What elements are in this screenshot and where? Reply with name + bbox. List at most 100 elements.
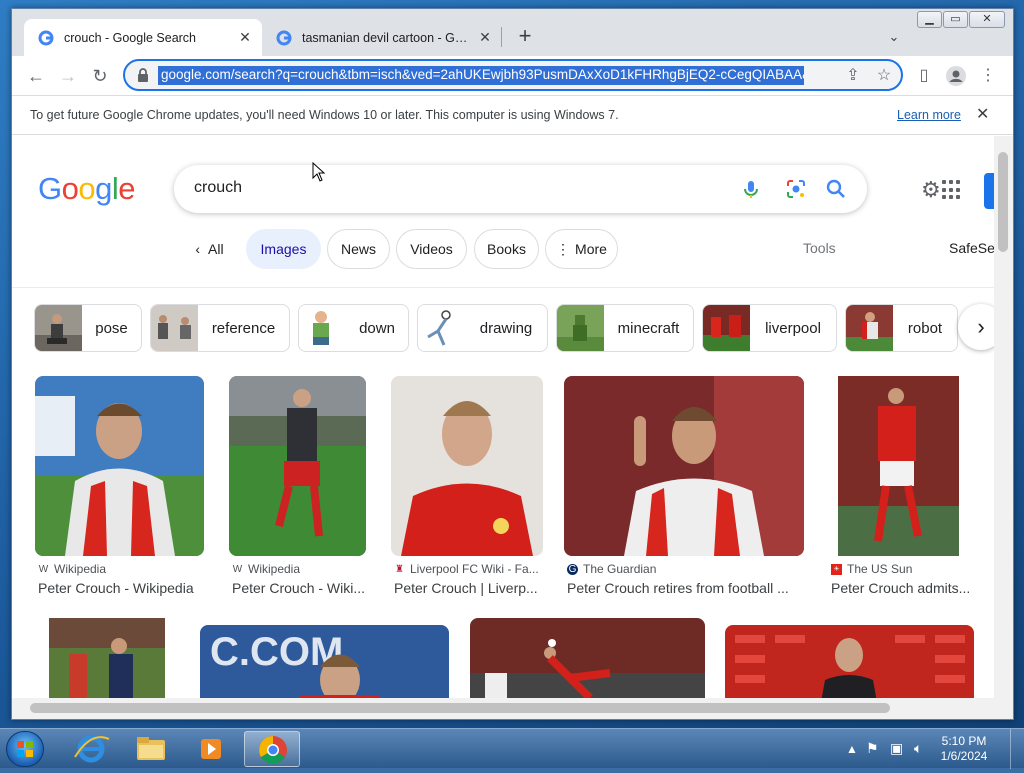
result-title[interactable]: Peter Crouch retires from football ...: [567, 580, 805, 596]
tab-divider: [501, 27, 502, 47]
scrollbar-thumb[interactable]: [30, 703, 890, 713]
result-source[interactable]: W Wikipedia: [38, 562, 106, 576]
tools-button[interactable]: Tools: [803, 240, 836, 256]
tab-strip: crouch - Google Search ✕ tasmanian devil…: [12, 9, 1013, 56]
learn-more-link[interactable]: Learn more: [897, 108, 961, 122]
profile-icon: [946, 66, 966, 86]
filter-images[interactable]: Images: [246, 229, 321, 269]
network-icon[interactable]: ▣: [890, 740, 903, 757]
search-input[interactable]: crouch: [194, 179, 242, 197]
guardian-icon: G: [567, 564, 578, 575]
related-thumbnail: [703, 305, 750, 351]
filter-all[interactable]: ‹All: [182, 229, 237, 269]
result-source[interactable]: ☀The US Sun: [831, 562, 912, 576]
result-image[interactable]: [49, 618, 165, 698]
tab-title: tasmanian devil cartoon - Google: [302, 31, 470, 45]
result-source-label: Wikipedia: [54, 562, 106, 576]
safesearch-button[interactable]: SafeSe: [949, 240, 994, 256]
result-source-label: The US Sun: [847, 562, 912, 576]
result-title[interactable]: Peter Crouch | Liverp...: [394, 580, 544, 596]
file-explorer-button[interactable]: [123, 731, 179, 767]
related-label: robot: [893, 320, 957, 337]
google-favicon-icon: [38, 30, 54, 46]
url-text[interactable]: google.com/search?q=crouch&tbm=isch&ved=…: [158, 66, 804, 85]
horizontal-scrollbar[interactable]: [12, 698, 1013, 719]
chrome-window: crouch - Google Search ✕ tasmanian devil…: [11, 8, 1014, 720]
media-player-button[interactable]: [183, 731, 239, 767]
reload-button[interactable]: ↻: [86, 62, 114, 90]
related-chip-robot[interactable]: robot: [845, 304, 958, 352]
result-image[interactable]: [725, 625, 974, 698]
tray-expand-icon[interactable]: ▲: [846, 742, 858, 756]
result-source[interactable]: WWikipedia: [232, 562, 300, 576]
result-image[interactable]: [828, 376, 978, 556]
liverpool-crest-icon: ♜: [394, 564, 405, 575]
related-label: down: [346, 320, 408, 337]
result-image[interactable]: [391, 376, 543, 556]
side-panel-icon[interactable]: ▯: [910, 62, 938, 90]
forward-button[interactable]: →: [54, 62, 82, 90]
result-image[interactable]: [470, 618, 705, 698]
bookmark-star-icon[interactable]: ☆: [873, 65, 895, 87]
show-desktop-button[interactable]: [1010, 729, 1024, 769]
tab-search-icon[interactable]: ⌄: [882, 25, 906, 49]
filter-news-label: News: [341, 241, 376, 257]
scrollbar-thumb[interactable]: [998, 152, 1008, 252]
result-image[interactable]: C.COM: [200, 625, 449, 698]
minimize-button[interactable]: ▁: [917, 11, 942, 28]
new-tab-button[interactable]: +: [513, 25, 537, 49]
result-image[interactable]: [35, 376, 204, 556]
filter-news[interactable]: News: [327, 229, 390, 269]
related-label: reference: [198, 320, 289, 337]
profile-avatar[interactable]: [942, 62, 970, 90]
related-chip-drawing[interactable]: drawing: [417, 304, 548, 352]
result-source[interactable]: ♜Liverpool FC Wiki - Fa...: [394, 562, 539, 576]
start-button[interactable]: [6, 731, 44, 767]
filter-books-label: Books: [487, 241, 526, 257]
filter-more[interactable]: ⋮More: [545, 229, 618, 269]
result-title[interactable]: Peter Crouch - Wikipedia: [38, 580, 206, 596]
vertical-scrollbar[interactable]: [994, 136, 1013, 698]
voice-search-icon[interactable]: [740, 178, 762, 200]
internet-explorer-button[interactable]: [63, 731, 119, 767]
result-title[interactable]: Peter Crouch admits...: [831, 580, 977, 596]
result-image[interactable]: [229, 376, 366, 556]
infobar-close-icon[interactable]: ✕: [976, 104, 989, 124]
tab-close-icon[interactable]: ✕: [476, 28, 494, 46]
result-image[interactable]: [564, 376, 804, 556]
chrome-taskbar-button[interactable]: [244, 731, 300, 767]
chevron-right-icon[interactable]: ›: [958, 304, 994, 350]
lock-icon[interactable]: [135, 67, 151, 83]
tab-tasmanian[interactable]: tasmanian devil cartoon - Google ✕: [262, 19, 502, 56]
volume-icon[interactable]: 🔈︎: [914, 740, 922, 757]
search-box[interactable]: crouch: [174, 165, 867, 213]
related-chip-minecraft[interactable]: minecraft: [556, 304, 694, 352]
tab-close-icon[interactable]: ✕: [236, 28, 254, 46]
sign-in-button[interactable]: [984, 173, 994, 209]
google-logo[interactable]: Google: [38, 171, 135, 207]
related-chip-liverpool[interactable]: liverpool: [702, 304, 837, 352]
action-center-flag-icon[interactable]: ⚑: [866, 740, 879, 757]
maximize-button[interactable]: ▭: [943, 11, 968, 28]
chrome-menu-icon[interactable]: ⋮: [974, 62, 1002, 90]
search-icon[interactable]: [825, 178, 847, 200]
related-chip-pose[interactable]: pose: [34, 304, 142, 352]
lens-icon[interactable]: [785, 178, 807, 200]
result-source[interactable]: GThe Guardian: [567, 562, 656, 576]
filter-videos[interactable]: Videos: [396, 229, 467, 269]
related-chip-down[interactable]: down: [298, 304, 409, 352]
clock[interactable]: 5:10 PM 1/6/2024: [934, 734, 994, 764]
tab-crouch[interactable]: crouch - Google Search ✕: [24, 19, 262, 56]
result-title[interactable]: Peter Crouch - Wiki...: [232, 580, 368, 596]
more-dots-icon: ⋮: [556, 241, 570, 258]
share-icon[interactable]: ⇪: [842, 65, 864, 87]
back-button[interactable]: ←: [22, 62, 50, 90]
address-bar[interactable]: google.com/search?q=crouch&tbm=isch&ved=…: [123, 59, 903, 91]
related-chip-reference[interactable]: reference: [150, 304, 290, 352]
filter-books[interactable]: Books: [474, 229, 539, 269]
google-apps-icon[interactable]: [942, 180, 962, 200]
wikipedia-icon: W: [38, 564, 49, 575]
close-window-button[interactable]: ✕: [969, 11, 1005, 28]
infobar-message: To get future Google Chrome updates, you…: [30, 108, 619, 122]
chevron-left-icon: ‹: [195, 241, 200, 257]
